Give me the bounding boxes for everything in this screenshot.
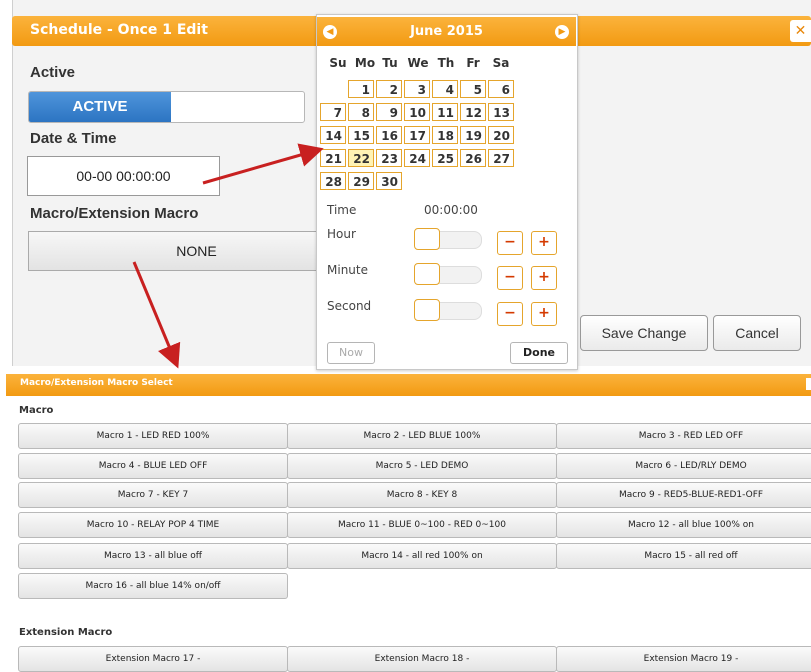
macro-button[interactable]: Macro 1 - LED RED 100%	[18, 423, 288, 449]
extension-macro-button[interactable]: Extension Macro 19 -	[556, 646, 811, 672]
arrow-to-macro-panel	[132, 261, 181, 369]
macro-button[interactable]: Macro 12 - all blue 100% on	[556, 512, 811, 538]
macro-section-title: Macro	[19, 405, 54, 416]
macro-button[interactable]: Macro 10 - RELAY POP 4 TIME	[18, 512, 288, 538]
macro-button[interactable]: Macro 4 - BLUE LED OFF	[18, 453, 288, 479]
macro-button[interactable]: Macro 16 - all blue 14% on/off	[18, 573, 288, 599]
extension-macro-button[interactable]: Extension Macro 17 -	[18, 646, 288, 672]
macro-button[interactable]: Macro 3 - RED LED OFF	[556, 423, 811, 449]
arrow-to-datepicker	[202, 143, 324, 185]
macro-panel-title: Macro/Extension Macro Select	[20, 378, 173, 388]
macro-button[interactable]: Macro 2 - LED BLUE 100%	[287, 423, 557, 449]
macro-button[interactable]: Macro 15 - all red off	[556, 543, 811, 569]
macro-panel-close-icon[interactable]	[806, 378, 811, 390]
extension-macro-button[interactable]: Extension Macro 18 -	[287, 646, 557, 672]
macro-button[interactable]: Macro 14 - all red 100% on	[287, 543, 557, 569]
macro-button[interactable]: Macro 6 - LED/RLY DEMO	[556, 453, 811, 479]
macro-button[interactable]: Macro 11 - BLUE 0~100 - RED 0~100	[287, 512, 557, 538]
macro-button[interactable]: Macro 5 - LED DEMO	[287, 453, 557, 479]
macro-button[interactable]: Macro 13 - all blue off	[18, 543, 288, 569]
macro-button[interactable]: Macro 9 - RED5-BLUE-RED1-OFF	[556, 482, 811, 508]
macro-button[interactable]: Macro 7 - KEY 7	[18, 482, 288, 508]
extension-section-title: Extension Macro	[19, 627, 113, 638]
macro-button[interactable]: Macro 8 - KEY 8	[287, 482, 557, 508]
